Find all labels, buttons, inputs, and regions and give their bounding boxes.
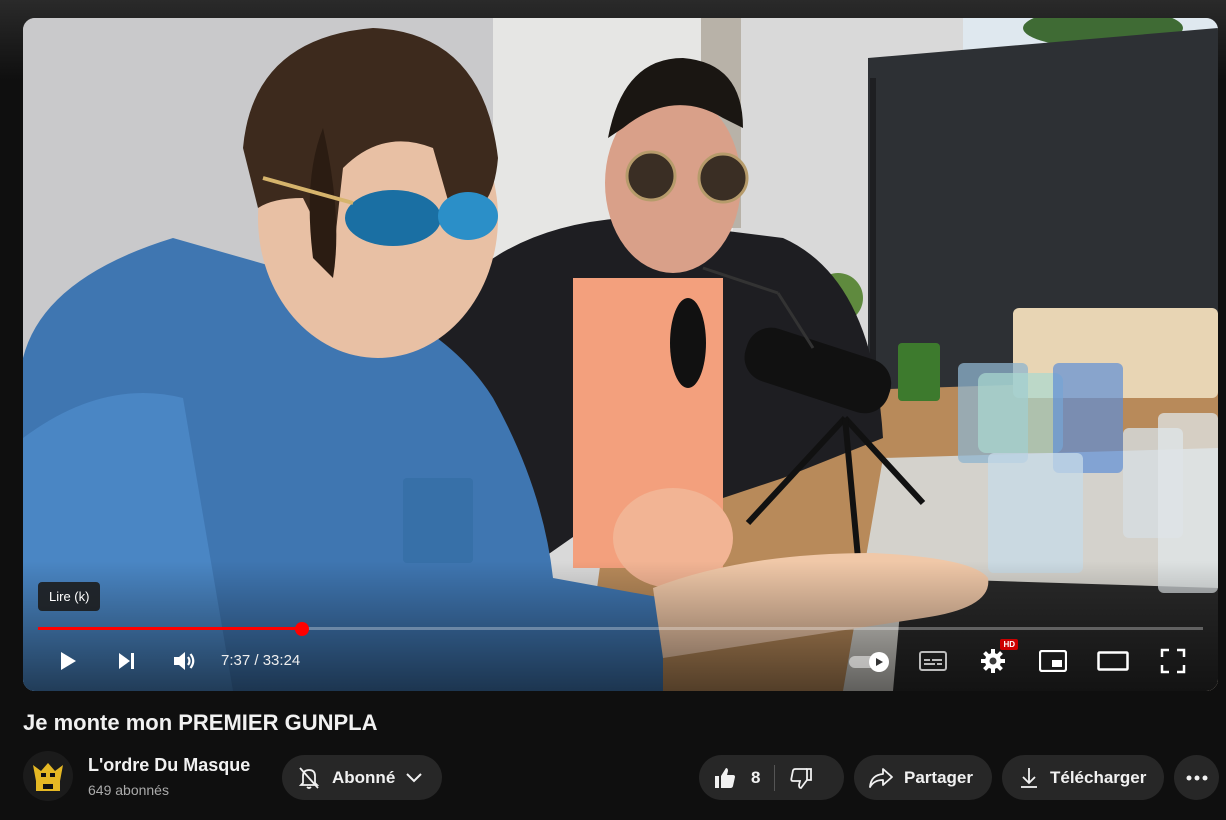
download-button[interactable]: Télécharger xyxy=(1002,755,1164,800)
hd-badge: HD xyxy=(1000,639,1018,650)
like-button[interactable]: 8 xyxy=(699,755,774,800)
chevron-down-icon xyxy=(406,772,422,782)
autoplay-toggle[interactable] xyxy=(849,652,891,672)
channel-avatar[interactable] xyxy=(23,751,73,801)
progress-scrubber[interactable] xyxy=(294,622,309,636)
time-separator: / xyxy=(250,652,263,669)
time-current: 7:37 xyxy=(221,652,251,669)
next-button[interactable] xyxy=(105,640,147,682)
captions-icon xyxy=(919,651,947,671)
autoplay-play-icon xyxy=(876,658,883,666)
channel-avatar-image xyxy=(23,751,73,801)
more-icon xyxy=(1186,775,1207,780)
share-icon xyxy=(869,767,893,788)
share-label: Partager xyxy=(904,767,973,787)
share-button[interactable]: Partager xyxy=(854,755,992,800)
volume-button[interactable] xyxy=(163,640,205,682)
fullscreen-button[interactable] xyxy=(1152,640,1194,682)
subscribed-label: Abonné xyxy=(332,767,396,787)
channel-name[interactable]: L'ordre Du Masque xyxy=(88,755,250,776)
like-dislike-group: 8 xyxy=(699,755,844,800)
time-total: 33:24 xyxy=(262,652,301,669)
play-tooltip: Lire (k) xyxy=(38,582,101,611)
settings-button[interactable]: HD xyxy=(972,639,1018,682)
autoplay-knob xyxy=(869,652,889,672)
volume-icon xyxy=(174,652,195,670)
bell-off-icon xyxy=(298,766,320,789)
thumbs-up-icon xyxy=(715,767,735,788)
video-title: Je monte mon PREMIER GUNPLA xyxy=(23,710,378,735)
video-player[interactable]: Lire (k) 7:37 / 33:24 HD xyxy=(23,18,1218,691)
play-button[interactable] xyxy=(46,640,88,682)
watch-page: Lire (k) 7:37 / 33:24 HD Je monte mon PR… xyxy=(0,0,1226,820)
next-icon xyxy=(119,653,134,669)
miniplayer-icon xyxy=(1039,650,1067,672)
miniplayer-button[interactable] xyxy=(1032,640,1074,682)
subscribed-button[interactable]: Abonné xyxy=(282,755,442,800)
progress-played xyxy=(38,627,302,630)
subscriber-count: 649 abonnés xyxy=(88,782,169,798)
theater-mode-button[interactable] xyxy=(1092,640,1134,682)
more-actions-button[interactable] xyxy=(1174,755,1219,800)
progress-bar[interactable] xyxy=(38,622,1203,636)
download-icon xyxy=(1021,767,1037,788)
thumbs-down-icon xyxy=(790,767,813,789)
settings-icon xyxy=(981,649,1005,673)
time-display: 7:37 / 33:24 xyxy=(221,640,300,682)
fullscreen-icon xyxy=(1160,648,1186,674)
like-count: 8 xyxy=(751,767,761,787)
theater-icon xyxy=(1097,651,1129,671)
player-controls: 7:37 / 33:24 HD xyxy=(23,639,1218,682)
captions-button[interactable] xyxy=(912,640,954,682)
dislike-button[interactable] xyxy=(775,755,813,800)
play-icon xyxy=(61,652,76,670)
download-label: Télécharger xyxy=(1050,767,1147,787)
